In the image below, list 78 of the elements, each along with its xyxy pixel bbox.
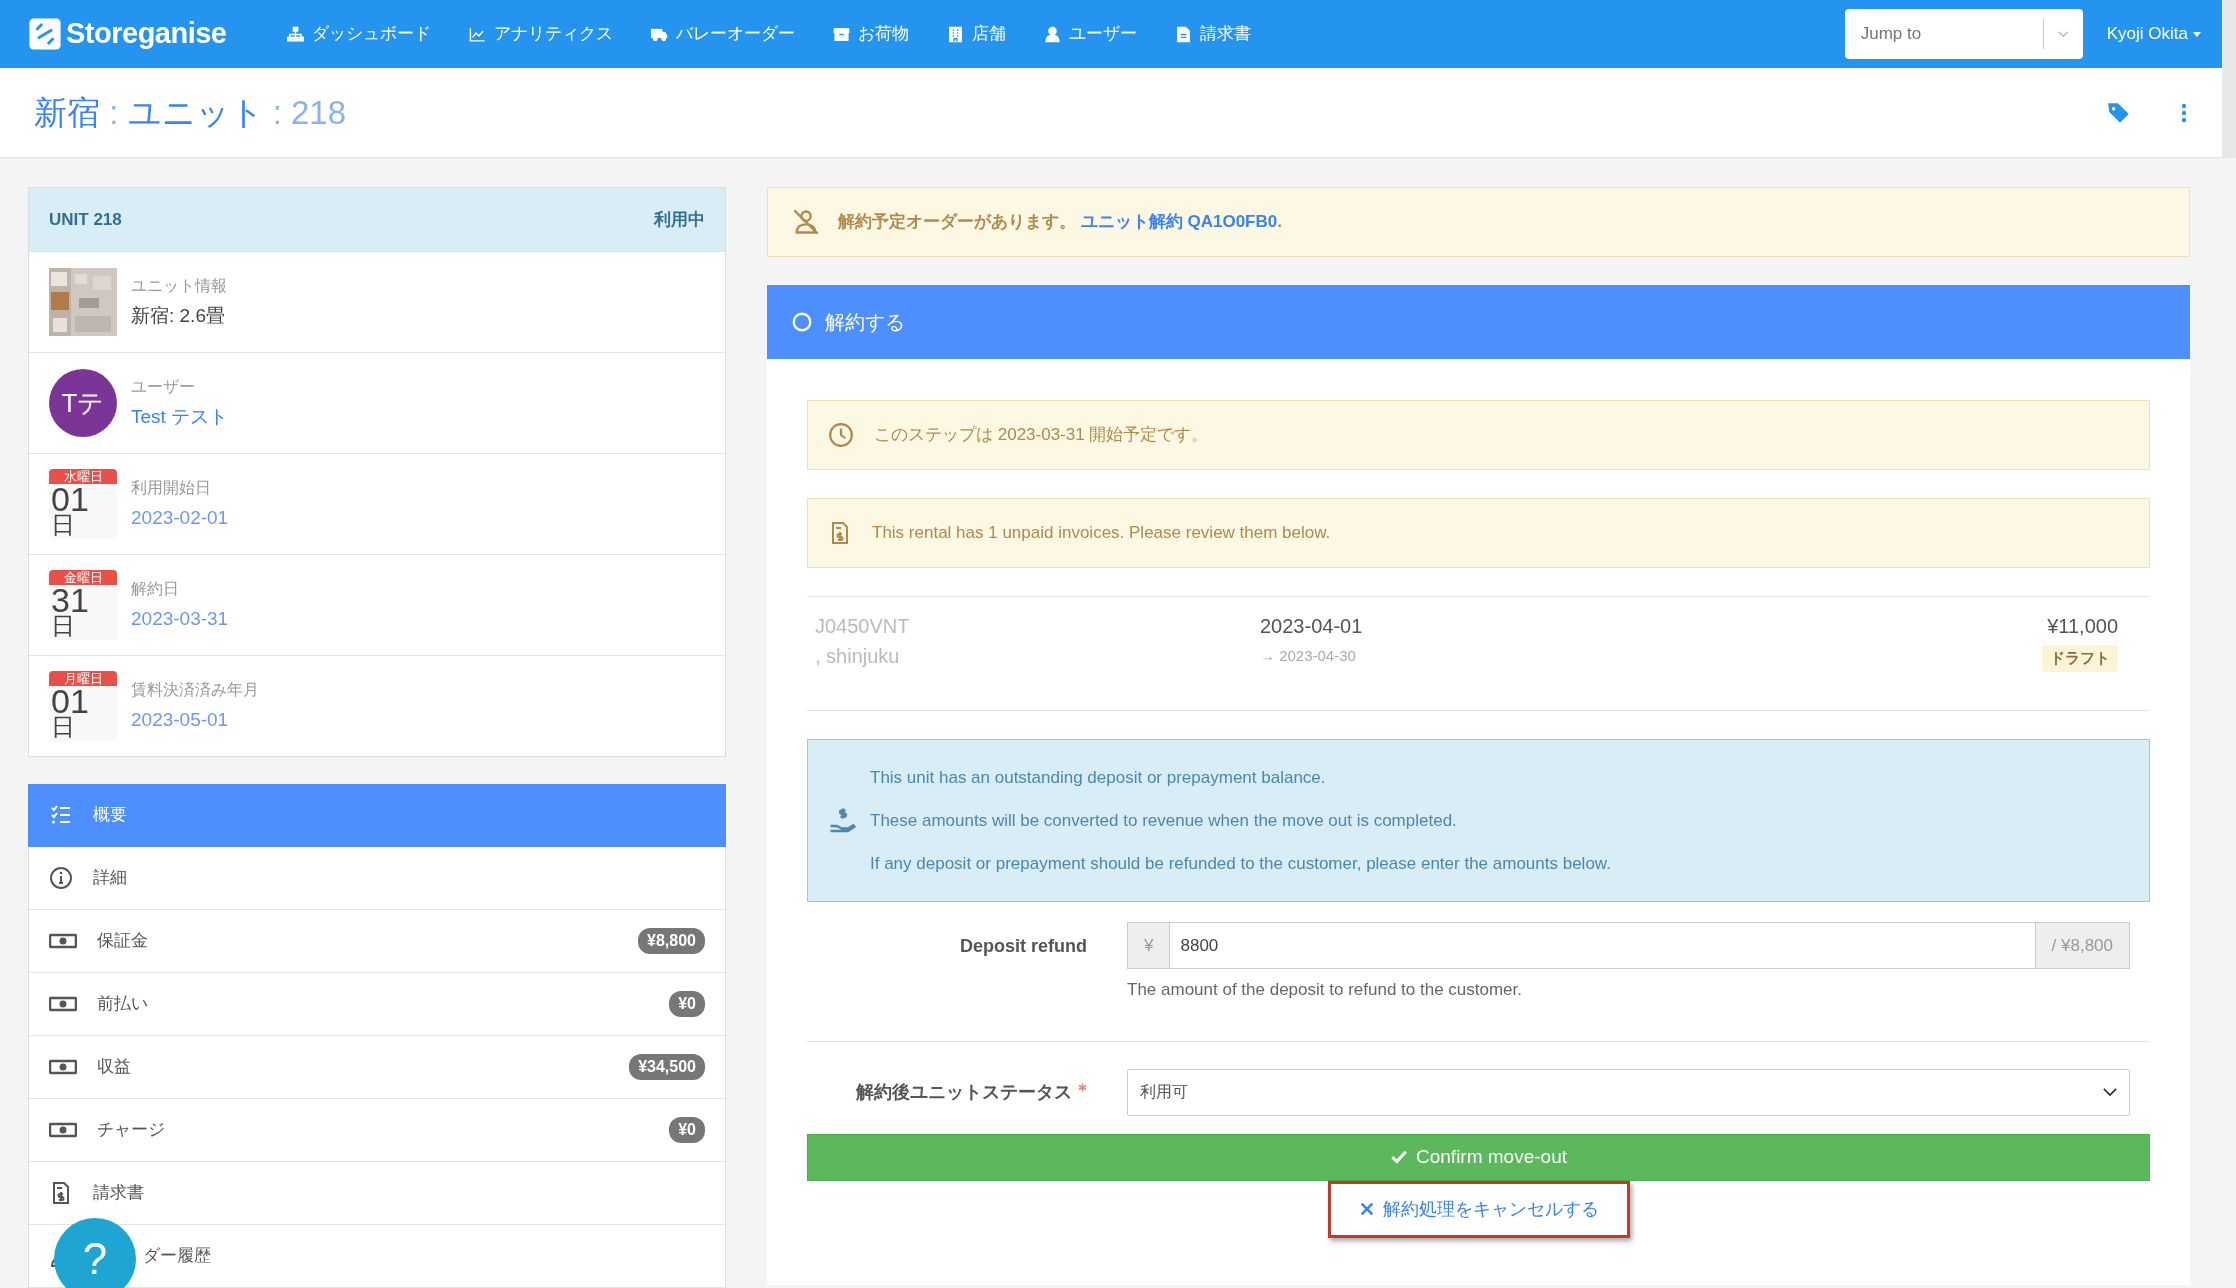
user-avatar: Tテ bbox=[49, 369, 117, 437]
nav-link[interactable]: お荷物 bbox=[832, 21, 909, 47]
status-select[interactable]: 利用可 bbox=[1127, 1068, 2130, 1116]
nav-link[interactable]: バレーオーダー bbox=[650, 21, 795, 47]
field-label: 解約日 bbox=[131, 578, 180, 599]
amount-badge: ¥8,800 bbox=[638, 928, 705, 954]
menu-item[interactable]: 収益 ¥34,500 bbox=[28, 1036, 726, 1099]
help-text: The amount of the deposit to refund to the customer. bbox=[1127, 979, 1524, 1001]
close-icon bbox=[1358, 1201, 1375, 1217]
notice-text: This rental has 1 unpaid invoices. Please review them below. bbox=[872, 522, 1331, 545]
menu-item[interactable]: 保証金 ¥8,800 bbox=[28, 910, 726, 973]
currency-addon: ¥ bbox=[1127, 922, 1171, 969]
menu-item[interactable]: 前払い ¥0 bbox=[28, 973, 726, 1036]
max-amount-addon: / ¥8,800 bbox=[2034, 922, 2130, 969]
amount-badge: ¥34,500 bbox=[629, 1054, 705, 1080]
alert-text: 解約予定オーダーがあります。 ユニット解約 QA1O0FB0. bbox=[838, 211, 1282, 234]
caret-icon bbox=[2192, 29, 2202, 39]
nav-link[interactable]: アナリティクス bbox=[468, 21, 613, 47]
field-label: ユーザー bbox=[131, 376, 196, 397]
cancel-link[interactable]: 解約処理をキャンセルする bbox=[1358, 1195, 1599, 1223]
field-link[interactable]: 2023-05-01 bbox=[131, 705, 259, 735]
check-icon bbox=[1390, 1148, 1408, 1166]
confirm-button[interactable]: Confirm move-out bbox=[807, 1133, 2150, 1181]
menu-item[interactable]: 概要 bbox=[28, 784, 726, 847]
notice-text: このステップは 2023-03-31 開始予定です。 bbox=[874, 424, 1209, 447]
field-label: 利用開始日 bbox=[131, 477, 212, 498]
circle-icon bbox=[791, 311, 813, 333]
invoice-location: , shinjuku bbox=[815, 644, 901, 669]
nav-link[interactable]: ダッシュボード bbox=[286, 21, 431, 47]
nav-link[interactable]: ユーザー bbox=[1043, 21, 1137, 47]
brand-name[interactable]: Storeganise bbox=[66, 12, 227, 56]
logo-icon bbox=[28, 17, 62, 51]
nav-link[interactable]: 店舗 bbox=[946, 21, 1006, 47]
user-menu[interactable]: Kyoji Okita bbox=[2106, 21, 2202, 47]
box-icon bbox=[832, 25, 850, 43]
invoice-status: ドラフト bbox=[2042, 645, 2118, 672]
calendar-icon: 水曜日 01 日 bbox=[49, 469, 117, 539]
file-icon bbox=[1174, 25, 1192, 43]
calendar-icon: 月曜日 01 日 bbox=[49, 671, 117, 741]
menu-item[interactable]: 請求書 bbox=[28, 1162, 726, 1225]
info-icon bbox=[49, 866, 73, 890]
step-title: 解約する bbox=[825, 310, 905, 335]
jump-to-input[interactable]: Jump to bbox=[1844, 9, 2044, 59]
field-link[interactable]: 2023-03-31 bbox=[131, 604, 229, 634]
invoice-code[interactable]: J0450VNT bbox=[815, 611, 1260, 641]
page-title: 新宿 : ユニット : 218 bbox=[34, 92, 347, 133]
user-off-icon bbox=[792, 208, 820, 236]
chart-icon bbox=[468, 25, 486, 43]
sitemap-icon bbox=[286, 25, 304, 43]
field-value: 新宿: 2.6畳 bbox=[131, 303, 226, 328]
unit-status: 利用中 bbox=[654, 208, 705, 231]
chevron-down-icon bbox=[2058, 30, 2069, 38]
user-icon bbox=[1043, 25, 1061, 43]
jump-to-field[interactable]: Jump to bbox=[1844, 9, 2083, 59]
menu-item[interactable]: チャージ ¥0 bbox=[28, 1099, 726, 1162]
invoice-date: 2023-04-01 bbox=[1260, 614, 1363, 639]
clock-icon bbox=[828, 422, 854, 448]
field-link[interactable]: 2023-02-01 bbox=[131, 503, 229, 533]
field-label: Deposit refund bbox=[960, 936, 1087, 956]
calendar-icon: 金曜日 31 日 bbox=[49, 570, 117, 640]
amount-badge: ¥0 bbox=[669, 991, 705, 1017]
info-text: This unit has an outstanding deposit or prepayment balance. bbox=[870, 767, 1327, 789]
building-icon bbox=[946, 25, 964, 43]
field-link[interactable]: Test テスト bbox=[131, 402, 229, 432]
amount-badge: ¥0 bbox=[669, 1117, 705, 1143]
info-text: If any deposit or prepayment should be refunded to the customer, please enter the amounts below. bbox=[870, 853, 1611, 875]
invoice-amount: ¥11,000 bbox=[2047, 614, 2118, 639]
field-label: 解約後ユニットステータス bbox=[856, 1081, 1072, 1102]
order-link[interactable]: ユニット解約 QA1O0FB0 bbox=[1080, 212, 1278, 232]
unit-title: UNIT 218 bbox=[49, 208, 122, 231]
menu-item[interactable]: 詳細 bbox=[28, 847, 726, 910]
field-label: ユニット情報 bbox=[131, 275, 227, 296]
nav-link[interactable]: 請求書 bbox=[1174, 21, 1251, 47]
deposit-field[interactable]: 8800 bbox=[1170, 922, 2035, 969]
info-text: These amounts will be converted to revenue when the move out is completed. bbox=[870, 810, 1458, 832]
chevron-down-icon bbox=[2103, 1088, 2117, 1096]
field-label: 賃料決済済み年月 bbox=[131, 679, 259, 700]
invoice-period: → 2023-04-30 bbox=[1260, 646, 1357, 666]
